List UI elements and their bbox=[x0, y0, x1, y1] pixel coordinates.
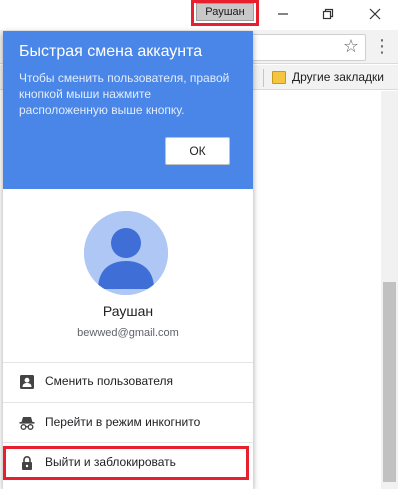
incognito-label: Перейти в режим инкогнито bbox=[45, 415, 201, 429]
window-titlebar: Раушан bbox=[0, 0, 398, 30]
user-name: Раушан bbox=[102, 303, 154, 319]
promo-title: Быстрая смена аккаунта bbox=[19, 43, 203, 60]
switch-user-label: Сменить пользователя bbox=[45, 374, 173, 388]
logout-highlight bbox=[3, 446, 249, 480]
person-avatar-icon[interactable] bbox=[84, 211, 168, 295]
promo-text: Чтобы сменить пользователя, правой кнопк… bbox=[19, 71, 230, 117]
profile-button-highlight bbox=[191, 0, 259, 26]
address-bar[interactable]: ☆ bbox=[240, 34, 366, 61]
incognito-item[interactable]: Перейти в режим инкогнито bbox=[3, 403, 253, 443]
switch-user-icon bbox=[19, 374, 35, 390]
vertical-dots-menu-icon[interactable]: ⋮ bbox=[373, 36, 391, 58]
ok-button[interactable]: ОК bbox=[165, 137, 230, 165]
profile-popup: Быстрая смена аккаунта Чтобы сменить пол… bbox=[3, 31, 253, 489]
user-email: bewwed@gmail.com bbox=[77, 327, 179, 339]
minimize-icon[interactable] bbox=[271, 3, 295, 25]
other-bookmarks-link[interactable]: Другие закладки bbox=[292, 70, 384, 84]
account-switch-promo: Быстрая смена аккаунта Чтобы сменить пол… bbox=[3, 31, 253, 189]
star-icon[interactable]: ☆ bbox=[343, 36, 359, 57]
restore-icon[interactable] bbox=[316, 3, 340, 25]
close-icon[interactable] bbox=[363, 3, 387, 25]
switch-user-item[interactable]: Сменить пользователя bbox=[3, 362, 253, 402]
incognito-icon bbox=[19, 415, 35, 431]
page-scrollbar-thumb[interactable] bbox=[383, 282, 396, 482]
bookmarks-divider bbox=[263, 69, 264, 87]
folder-icon bbox=[272, 71, 286, 84]
